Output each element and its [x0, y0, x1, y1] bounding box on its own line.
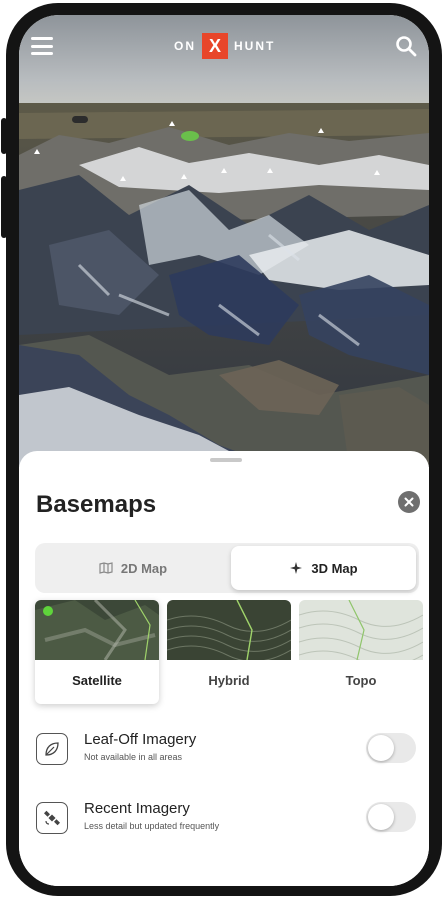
- basemap-topo[interactable]: Topo: [299, 600, 423, 704]
- onx-hunt-logo: ON X HUNT: [174, 32, 275, 60]
- tab-3d-map[interactable]: 3D Map: [231, 546, 416, 590]
- phone-volume-button: [1, 176, 7, 238]
- basemap-hybrid[interactable]: Hybrid: [167, 600, 291, 704]
- app-screen: ON X HUNT Basemaps 2D Map 3D Map Satelli…: [19, 15, 429, 886]
- map-icon: [99, 562, 113, 574]
- hamburger-menu-icon[interactable]: [31, 37, 53, 55]
- sheet-drag-handle[interactable]: [210, 458, 242, 462]
- close-button[interactable]: [398, 491, 420, 513]
- leaf-off-toggle[interactable]: [366, 733, 416, 763]
- hybrid-thumbnail: [167, 600, 291, 660]
- basemap-topo-label: Topo: [345, 673, 377, 688]
- selected-indicator-dot: [43, 606, 53, 616]
- map-dimension-toggle: 2D Map 3D Map: [35, 543, 419, 593]
- close-icon: [404, 497, 414, 507]
- satellite-thumbnail: [35, 600, 159, 660]
- app-header: ON X HUNT: [19, 15, 429, 79]
- map-view[interactable]: ON X HUNT: [19, 15, 429, 467]
- layer-subtitle: Less detail but updated frequently: [84, 821, 220, 831]
- logo-text-left: ON: [174, 39, 196, 53]
- recent-imagery-toggle[interactable]: [366, 802, 416, 832]
- basemap-satellite-label: Satellite: [72, 673, 122, 688]
- sheet-title: Basemaps: [36, 491, 157, 518]
- tab-2d-map-label: 2D Map: [120, 560, 168, 576]
- phone-side-button: [1, 118, 7, 154]
- logo-text-right: HUNT: [234, 39, 276, 53]
- satellite-icon: [36, 802, 68, 834]
- 3d-compass-icon: [290, 562, 303, 574]
- toggle-knob: [368, 735, 394, 761]
- toggle-knob: [368, 804, 394, 830]
- basemaps-sheet: Basemaps 2D Map 3D Map Satellite Hybrid …: [19, 451, 429, 886]
- basemap-satellite[interactable]: Satellite: [35, 600, 159, 704]
- green-area-marker: [181, 131, 199, 141]
- basemap-options: Satellite Hybrid Topo: [19, 600, 429, 710]
- terrain-3d-map[interactable]: [19, 15, 429, 467]
- layer-row-leaf-off: Leaf-Off Imagery Not available in all ar…: [36, 727, 422, 771]
- leaf-icon: [36, 733, 68, 765]
- search-icon[interactable]: [395, 35, 417, 57]
- layer-row-recent: Recent Imagery Less detail but updated f…: [36, 796, 422, 840]
- topo-thumbnail: [299, 600, 423, 660]
- logo-x-mark: X: [202, 33, 228, 59]
- layer-title: Recent Imagery: [84, 800, 190, 817]
- tab-2d-map[interactable]: 2D Map: [38, 546, 228, 590]
- basemap-hybrid-label: Hybrid: [208, 673, 250, 688]
- layer-title: Leaf-Off Imagery: [84, 731, 197, 748]
- layer-subtitle: Not available in all areas: [84, 752, 183, 762]
- tab-3d-map-label: 3D Map: [311, 560, 358, 576]
